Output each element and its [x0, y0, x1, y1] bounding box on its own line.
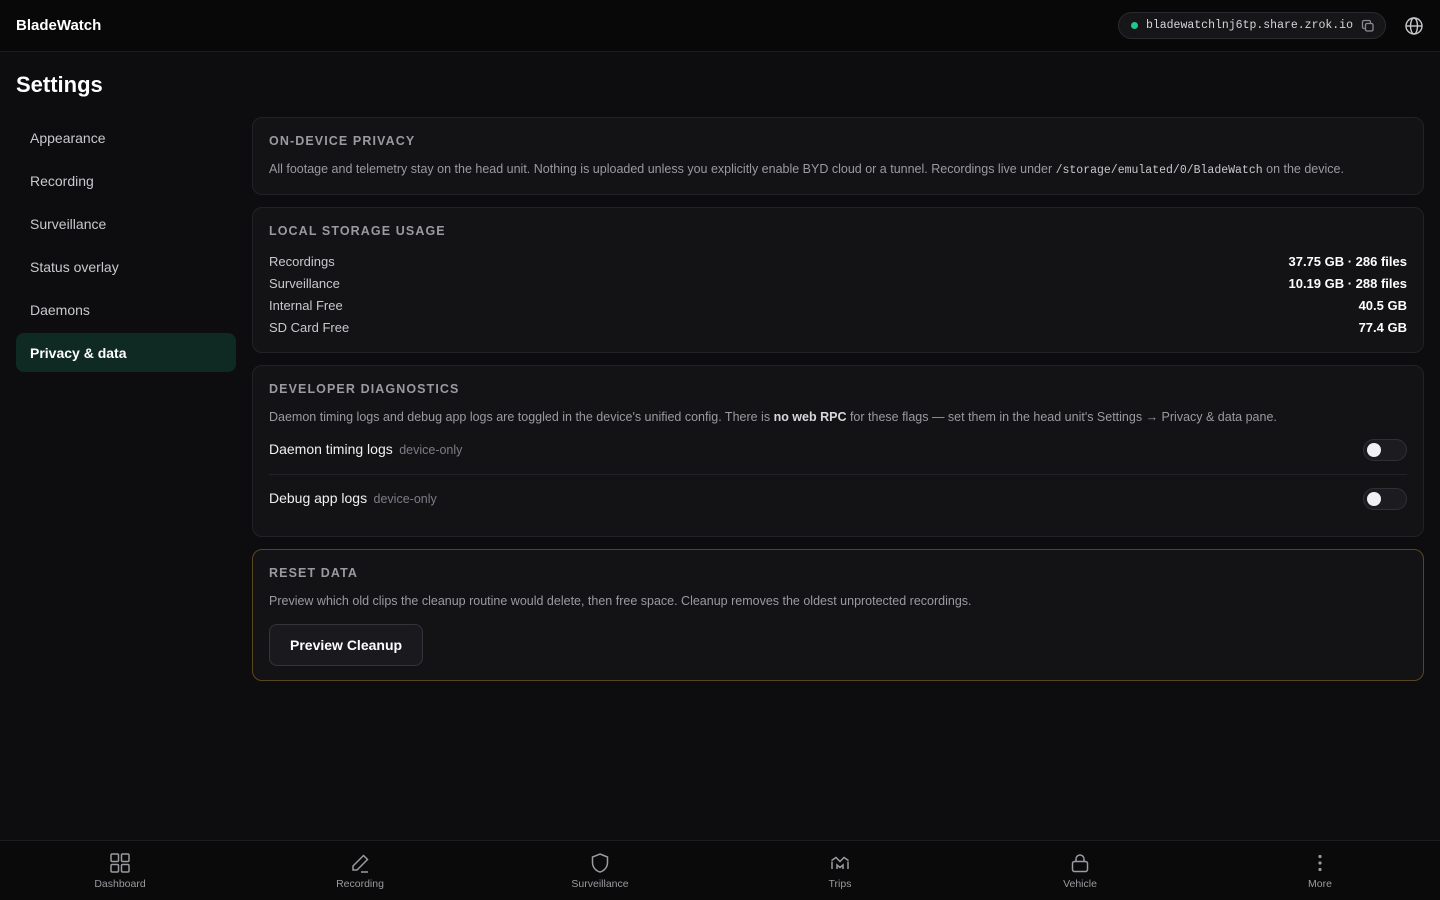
sidebar-item-daemons[interactable]: Daemons — [16, 290, 236, 329]
storage-row: Internal Free 40.5 GB — [269, 294, 1407, 316]
toggle-label: Debug app logs — [269, 489, 368, 506]
debug-app-logs-row: Debug app logs device-only — [269, 474, 1407, 522]
diagnostics-card: Developer Diagnostics Daemon timing logs… — [252, 365, 1424, 537]
device-only-tag: device-only — [373, 491, 437, 506]
diagnostics-description: Daemon timing logs and debug app logs ar… — [269, 408, 1407, 426]
sidebar-item-appearance[interactable]: Appearance — [16, 118, 236, 157]
connection-status-dot — [1130, 22, 1138, 29]
daemon-timing-logs-toggle[interactable] — [1363, 439, 1407, 461]
tab-surveillance[interactable]: Surveillance — [480, 841, 720, 900]
sidebar-item-recording[interactable]: Recording — [16, 161, 236, 200]
grid-icon — [109, 852, 131, 874]
toggle-knob — [1367, 443, 1381, 457]
tab-more[interactable]: More — [1200, 841, 1440, 900]
storage-row: Surveillance 10.19 GB · 288 files — [269, 272, 1407, 294]
tab-label: Recording — [336, 877, 384, 890]
settings-content: On-Device Privacy All footage and teleme… — [252, 117, 1424, 693]
tab-recording[interactable]: Recording — [240, 841, 480, 900]
privacy-description: All footage and telemetry stay on the he… — [269, 160, 1407, 180]
shield-icon — [589, 852, 611, 874]
storage-row: Recordings 37.75 GB · 286 files — [269, 250, 1407, 272]
topbar-actions: bladewatchlnj6tp.share.zrok.io — [1117, 12, 1424, 39]
bottom-navigation: Dashboard Recording Surveillance Trips V… — [0, 840, 1440, 900]
reset-description: Preview which old clips the cleanup rout… — [269, 594, 972, 608]
storage-label: Surveillance — [269, 275, 340, 291]
privacy-desc-text: All footage and telemetry stay on the he… — [269, 162, 1056, 176]
privacy-card: On-Device Privacy All footage and teleme… — [252, 117, 1424, 195]
toggle-label: Daemon timing logs — [269, 441, 393, 457]
tab-dashboard[interactable]: Dashboard — [0, 841, 240, 900]
storage-path: /storage/emulated/0/BladeWatch — [1055, 164, 1263, 177]
sidebar-item-status-overlay[interactable]: Status overlay — [16, 247, 236, 286]
storage-label: SD Card Free — [269, 319, 350, 335]
privacy-title: On-Device Privacy — [269, 134, 416, 148]
diagnostics-desc-text: Daemon timing logs and debug app logs ar… — [269, 410, 774, 424]
reset-title: Reset Data — [269, 566, 359, 580]
diagnostics-desc-emphasis: no web RPC — [773, 410, 847, 424]
route-icon — [829, 852, 851, 874]
storage-label: Internal Free — [269, 297, 343, 313]
debug-app-logs-toggle[interactable] — [1363, 487, 1407, 510]
storage-title: Local Storage Usage — [269, 224, 446, 238]
tab-label: Trips — [828, 877, 852, 890]
copy-icon[interactable] — [1361, 19, 1375, 33]
tab-label: More — [1308, 877, 1332, 890]
diagnostics-desc-tail: for these flags — set them in the head u… — [846, 410, 1277, 424]
page-title: Settings — [16, 72, 103, 97]
tab-vehicle[interactable]: Vehicle — [960, 841, 1200, 900]
top-bar: BladeWatch bladewatchlnj6tp.share.zrok.i… — [0, 0, 1440, 52]
tab-label: Vehicle — [1063, 877, 1097, 890]
pen-icon — [349, 852, 371, 874]
globe-icon[interactable] — [1404, 16, 1424, 36]
tunnel-url-pill[interactable]: bladewatchlnj6tp.share.zrok.io — [1117, 12, 1386, 39]
sidebar-item-privacy-data[interactable]: Privacy & data — [16, 333, 236, 372]
tab-label: Dashboard — [94, 877, 146, 890]
tab-label: Surveillance — [571, 877, 629, 890]
privacy-desc-tail: on the device. — [1262, 162, 1344, 176]
storage-value: 10.19 GB · 288 files — [1288, 275, 1407, 291]
tab-trips[interactable]: Trips — [720, 841, 960, 900]
toggle-knob — [1367, 491, 1381, 506]
storage-value: 40.5 GB — [1358, 297, 1407, 313]
settings-sidebar: Appearance Recording Surveillance Status… — [16, 118, 236, 376]
storage-card: Local Storage Usage Recordings 37.75 GB … — [252, 207, 1424, 353]
sidebar-item-surveillance[interactable]: Surveillance — [16, 204, 236, 243]
daemon-timing-logs-row: Daemon timing logs device-only — [269, 426, 1407, 474]
lock-icon — [1069, 852, 1091, 874]
storage-row: SD Card Free 77.4 GB — [269, 316, 1407, 338]
preview-cleanup-button[interactable]: Preview Cleanup — [269, 624, 424, 666]
toggle-label-group: Debug app logs device-only — [269, 490, 437, 508]
device-only-tag: device-only — [399, 443, 463, 457]
toggle-label-group: Daemon timing logs device-only — [269, 441, 462, 459]
storage-value: 77.4 GB — [1358, 319, 1407, 335]
storage-value: 37.75 GB · 286 files — [1288, 253, 1407, 269]
diagnostics-title: Developer Diagnostics — [269, 382, 460, 396]
storage-label: Recordings — [269, 253, 335, 269]
tunnel-url: bladewatchlnj6tp.share.zrok.io — [1145, 19, 1353, 32]
more-vertical-icon — [1309, 852, 1331, 874]
app-name: BladeWatch — [16, 17, 102, 34]
reset-data-card: Reset Data Preview which old clips the c… — [252, 549, 1424, 681]
